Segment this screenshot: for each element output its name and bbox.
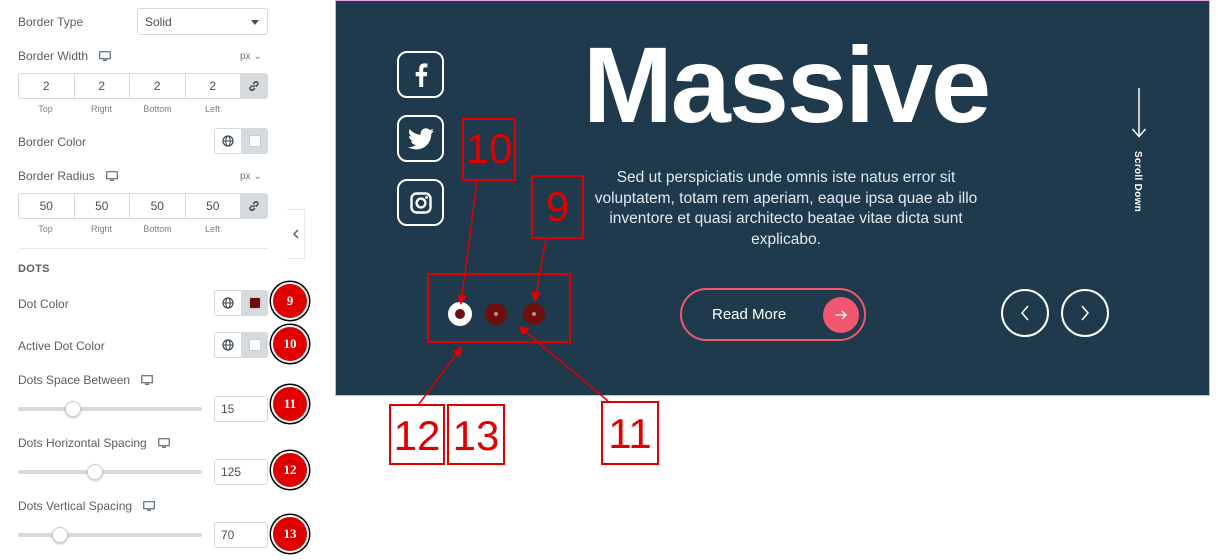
- side-label: Right: [90, 224, 112, 234]
- annotation-number: 10: [465, 125, 513, 172]
- slider-handle[interactable]: [87, 464, 104, 480]
- desktop-icon[interactable]: [143, 501, 156, 512]
- side-label: Left: [204, 104, 220, 114]
- annotation-badge: 9: [271, 282, 309, 320]
- dots-horizontal-spacing-slider[interactable]: [18, 470, 202, 474]
- active-dot-color-control: [214, 332, 268, 358]
- next-slide-button[interactable]: [1061, 289, 1109, 337]
- slide-title: Massive: [582, 24, 991, 145]
- globe-icon: [222, 297, 234, 309]
- global-colors-button[interactable]: [215, 129, 242, 153]
- facebook-icon[interactable]: [397, 51, 444, 98]
- globe-icon: [222, 339, 234, 351]
- collapse-panel-button[interactable]: [287, 209, 305, 259]
- annotation-number: 11: [608, 410, 652, 457]
- chevron-left-icon: [1021, 305, 1029, 321]
- border-radius-right[interactable]: 50: [75, 194, 130, 218]
- border-radius-inputs: 50 50 50 50: [18, 193, 268, 219]
- link-values-button[interactable]: [241, 194, 267, 218]
- border-width-bottom[interactable]: 2: [130, 74, 186, 98]
- dots-horizontal-spacing-input[interactable]: 125: [214, 459, 268, 485]
- border-color-swatch[interactable]: [242, 129, 267, 153]
- dots-vertical-spacing-slider[interactable]: [18, 533, 202, 537]
- border-color-label: Border Color: [18, 135, 87, 149]
- border-radius-top[interactable]: 50: [19, 194, 75, 218]
- prev-slide-button[interactable]: [1001, 289, 1049, 337]
- slide-description: Sed ut perspiciatis unde omnis iste natu…: [594, 169, 978, 248]
- border-radius-unit[interactable]: px ⌄: [240, 171, 262, 183]
- border-width-inputs: 2 2 2 2: [18, 73, 268, 99]
- border-width-top[interactable]: 2: [19, 74, 75, 98]
- slider-handle[interactable]: [52, 527, 69, 543]
- annotation-box: 13: [447, 404, 505, 465]
- border-width-right[interactable]: 2: [75, 74, 130, 98]
- annotation-box: 12: [389, 404, 445, 465]
- border-type-label: Border Type: [18, 15, 84, 29]
- link-icon: [249, 81, 259, 91]
- dots-space-between-slider[interactable]: [18, 407, 202, 411]
- annotation-number: 12: [393, 412, 441, 459]
- arrow-right-icon: [823, 297, 859, 333]
- dots-horizontal-spacing-label: Dots Horizontal Spacing: [18, 436, 171, 450]
- annotation-badge: 12: [271, 451, 309, 489]
- global-colors-button[interactable]: [215, 291, 242, 315]
- border-width-left[interactable]: 2: [186, 74, 241, 98]
- desktop-icon[interactable]: [99, 51, 112, 62]
- side-label: Bottom: [143, 104, 172, 114]
- section-divider: [18, 248, 268, 249]
- border-width-label: Border Width: [18, 49, 112, 63]
- dot-color-label: Dot Color: [18, 297, 69, 311]
- chevron-left-icon: [292, 229, 299, 239]
- read-more-label: Read More: [712, 306, 787, 323]
- annotation-highlight-dots: [427, 273, 571, 343]
- annotation-badge: 11: [271, 385, 309, 423]
- annotation-badge: 13: [271, 515, 309, 553]
- border-radius-label: Border Radius: [18, 169, 119, 183]
- desktop-icon[interactable]: [106, 171, 119, 182]
- active-dot-color-swatch[interactable]: [242, 333, 267, 357]
- global-colors-button[interactable]: [215, 333, 242, 357]
- slider-handle[interactable]: [65, 401, 82, 417]
- dots-vertical-spacing-input[interactable]: 70: [214, 522, 268, 548]
- dots-vertical-spacing-label: Dots Vertical Spacing: [18, 499, 156, 513]
- scroll-down-label[interactable]: Scroll Down: [1132, 151, 1143, 212]
- dots-space-between-input[interactable]: 15: [214, 396, 268, 422]
- settings-panel: Border Type Solid Border Width px ⌄ 2 2 …: [0, 0, 309, 560]
- annotation-number: 13: [452, 412, 500, 459]
- chevron-down-icon: ⌄: [253, 51, 262, 62]
- desktop-icon[interactable]: [158, 438, 171, 449]
- dot-color-control: [214, 290, 268, 316]
- border-radius-bottom[interactable]: 50: [130, 194, 186, 218]
- side-label: Top: [38, 104, 53, 114]
- annotation-box: 10: [462, 118, 516, 181]
- dots-section-title[interactable]: DOTS: [18, 263, 50, 275]
- dots-space-between-label: Dots Space Between: [18, 373, 154, 387]
- annotation-box: 11: [601, 401, 659, 465]
- border-width-unit[interactable]: px ⌄: [240, 51, 262, 63]
- side-label: Left: [204, 224, 220, 234]
- link-icon: [249, 201, 259, 211]
- chevron-down-icon: [251, 20, 259, 25]
- annotation-badge: 10: [271, 325, 309, 363]
- arrow-down-icon: [1131, 88, 1147, 138]
- link-values-button[interactable]: [241, 74, 267, 98]
- side-label: Right: [90, 104, 112, 114]
- side-label: Top: [38, 224, 53, 234]
- dot-color-swatch[interactable]: [242, 291, 267, 315]
- border-type-select[interactable]: Solid: [137, 8, 268, 35]
- border-radius-left[interactable]: 50: [186, 194, 241, 218]
- annotation-box: 9: [531, 175, 584, 239]
- side-label: Bottom: [143, 224, 172, 234]
- annotation-number: 9: [545, 183, 570, 230]
- active-dot-color-label: Active Dot Color: [18, 339, 105, 353]
- border-type-value: Solid: [145, 15, 172, 29]
- instagram-icon[interactable]: [397, 179, 444, 226]
- chevron-right-icon: [1081, 305, 1089, 321]
- twitter-icon[interactable]: [397, 115, 444, 162]
- globe-icon: [222, 135, 234, 147]
- chevron-down-icon: ⌄: [253, 171, 262, 182]
- border-color-control: [214, 128, 268, 154]
- read-more-button[interactable]: Read More: [680, 288, 866, 341]
- desktop-icon[interactable]: [141, 375, 154, 386]
